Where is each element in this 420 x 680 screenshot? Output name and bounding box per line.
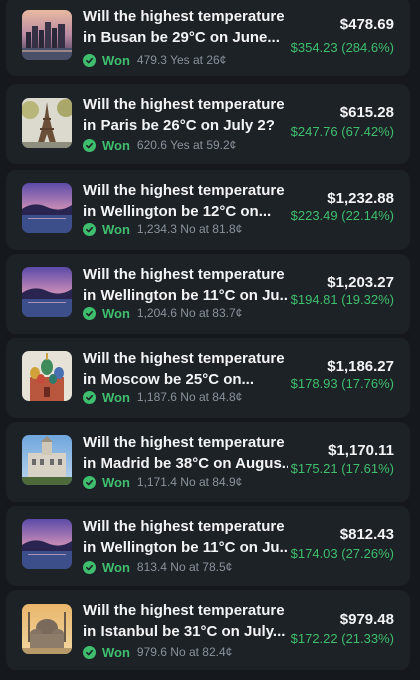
title-line: Will the highest temperature (83, 96, 285, 113)
title-line: in Wellington be 11°C on Ju... (83, 539, 288, 556)
title-line: in Paris be 26°C on July 2? (83, 117, 275, 134)
market-title: Will the highest temperature in Istanbul… (83, 600, 288, 642)
shares-detail: 1,234.3 No at 81.8¢ (136, 222, 243, 236)
position-value: $1,232.88 (327, 190, 394, 207)
profit-loss: $354.23 (284.6%) (290, 40, 394, 55)
status-row: Won 479.3 Yes at 26¢ (83, 51, 226, 69)
position-value: $1,186.27 (327, 358, 394, 375)
istanbul-mosque-image (22, 604, 72, 654)
position-card[interactable]: Will the highest temperature in Istanbul… (6, 590, 410, 670)
title-line: Will the highest temperature (83, 8, 285, 25)
position-card[interactable]: Will the highest temperature in Wellingt… (6, 170, 410, 250)
paris-eiffel-tower-image (22, 98, 72, 148)
status-label: Won (102, 389, 130, 405)
title-line: in Madrid be 38°C on Augus... (83, 455, 288, 472)
shares-detail: 979.6 No at 82.4¢ (136, 645, 233, 659)
status-label: Won (102, 559, 130, 575)
title-line: Will the highest temperature (83, 602, 285, 619)
wellington-harbor-image (22, 267, 72, 317)
shares-detail: 1,187.6 No at 84.8¢ (136, 390, 243, 404)
status-label: Won (102, 137, 130, 153)
profit-loss: $194.81 (19.32%) (290, 292, 394, 307)
position-value: $1,170.11 (328, 442, 394, 459)
status-row: Won 1,204.6 No at 83.7¢ (83, 304, 242, 322)
status-label: Won (102, 305, 130, 321)
title-line: in Busan be 29°C on June... (83, 29, 280, 46)
status-row: Won 1,171.4 No at 84.9¢ (83, 473, 242, 491)
status-row: Won 1,187.6 No at 84.8¢ (83, 388, 242, 406)
position-card[interactable]: Will the highest temperature in Madrid b… (6, 422, 410, 502)
title-line: in Moscow be 25°C on... (83, 371, 255, 388)
status-label: Won (102, 474, 130, 490)
title-line: in Wellington be 12°C on... (83, 203, 272, 220)
shares-detail: 813.4 No at 78.5¢ (136, 560, 233, 574)
position-card[interactable]: Will the highest temperature in Paris be… (6, 84, 410, 164)
market-title: Will the highest temperature in Wellingt… (83, 180, 288, 222)
wellington-harbor-image (22, 183, 72, 233)
profit-loss: $175.21 (17.61%) (290, 461, 394, 476)
position-card[interactable]: Will the highest temperature in Moscow b… (6, 338, 410, 418)
status-row: Won 979.6 No at 82.4¢ (83, 643, 232, 661)
shares-detail: 479.3 Yes at 26¢ (136, 53, 227, 67)
shares-detail: 620.6 Yes at 59.2¢ (136, 138, 237, 152)
check-circle-icon (83, 222, 96, 236)
position-card[interactable]: Will the highest temperature in Wellingt… (6, 506, 410, 586)
check-circle-icon (83, 390, 96, 404)
check-circle-icon (83, 306, 96, 320)
title-line: in Wellington be 11°C on Ju... (83, 287, 288, 304)
wellington-harbor-image (22, 519, 72, 569)
profit-loss: $223.49 (22.14%) (290, 208, 394, 223)
position-value: $1,203.27 (327, 274, 394, 291)
profit-loss: $178.93 (17.76%) (290, 376, 394, 391)
status-row: Won 1,234.3 No at 81.8¢ (83, 220, 242, 238)
position-card[interactable]: Will the highest temperature in Busan be… (6, 0, 410, 76)
check-circle-icon (83, 138, 96, 152)
busan-city-image (22, 10, 72, 60)
market-title: Will the highest temperature in Wellingt… (83, 516, 288, 558)
positions-list: Will the highest temperature in Busan be… (0, 0, 420, 680)
position-value: $812.43 (339, 526, 394, 543)
status-row: Won 620.6 Yes at 59.2¢ (83, 136, 236, 154)
title-line: Will the highest temperature (83, 518, 285, 535)
title-line: Will the highest temperature (83, 266, 285, 283)
profit-loss: $172.22 (21.33%) (290, 631, 394, 646)
check-circle-icon (83, 53, 96, 67)
madrid-building-image (22, 435, 72, 485)
title-line: in Istanbul be 31°C on July... (83, 623, 286, 640)
check-circle-icon (83, 475, 96, 489)
profit-loss: $247.76 (67.42%) (290, 124, 394, 139)
profit-loss: $174.03 (27.26%) (290, 546, 394, 561)
position-value: $478.69 (339, 16, 394, 33)
market-title: Will the highest temperature in Paris be… (83, 94, 288, 136)
position-value: $615.28 (339, 104, 394, 121)
market-title: Will the highest temperature in Moscow b… (83, 348, 288, 390)
title-line: Will the highest temperature (83, 182, 285, 199)
title-line: Will the highest temperature (83, 350, 285, 367)
status-label: Won (102, 221, 130, 237)
status-row: Won 813.4 No at 78.5¢ (83, 558, 232, 576)
title-line: Will the highest temperature (83, 434, 285, 451)
check-circle-icon (83, 645, 96, 659)
market-title: Will the highest temperature in Madrid b… (83, 432, 288, 474)
market-title: Will the highest temperature in Busan be… (83, 6, 288, 48)
moscow-cathedral-image (22, 351, 72, 401)
status-label: Won (102, 52, 130, 68)
status-label: Won (102, 644, 130, 660)
position-value: $979.48 (339, 611, 394, 628)
market-title: Will the highest temperature in Wellingt… (83, 264, 288, 306)
shares-detail: 1,204.6 No at 83.7¢ (136, 306, 243, 320)
shares-detail: 1,171.4 No at 84.9¢ (136, 475, 243, 489)
position-card[interactable]: Will the highest temperature in Wellingt… (6, 254, 410, 334)
check-circle-icon (83, 560, 96, 574)
